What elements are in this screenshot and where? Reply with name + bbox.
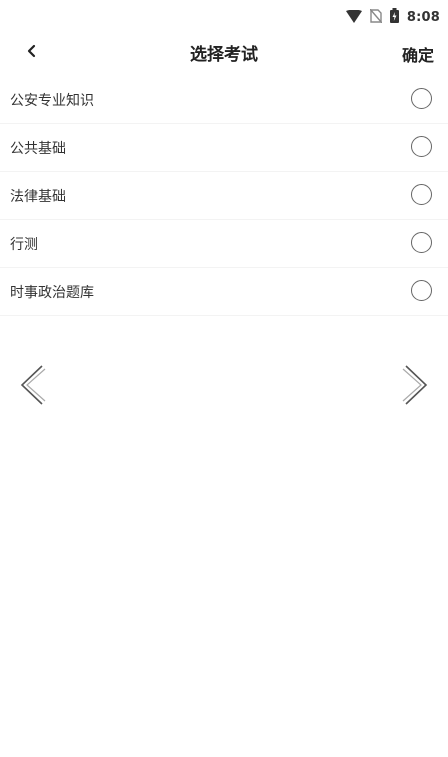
exam-label: 时事政治题库 bbox=[10, 284, 94, 301]
no-sim-icon bbox=[369, 8, 383, 27]
previous-page-button[interactable] bbox=[18, 364, 48, 406]
double-chevron-left-icon bbox=[18, 365, 48, 410]
header: 选择考试 确定 bbox=[0, 34, 448, 74]
exam-item-public-basics[interactable]: 公共基础 bbox=[0, 124, 448, 172]
exam-label: 行测 bbox=[10, 236, 38, 253]
exam-list: 公安专业知识 公共基础 法律基础 行测 时事政治题库 bbox=[0, 76, 448, 316]
status-time: 8:08 bbox=[406, 9, 440, 25]
battery-icon bbox=[389, 7, 399, 27]
radio-button[interactable] bbox=[411, 184, 432, 205]
exam-item-law-basics[interactable]: 法律基础 bbox=[0, 172, 448, 220]
exam-item-current-affairs[interactable]: 时事政治题库 bbox=[0, 268, 448, 316]
confirm-button[interactable]: 确定 bbox=[402, 42, 434, 66]
exam-item-police-knowledge[interactable]: 公安专业知识 bbox=[0, 76, 448, 124]
status-icons: 8:08 bbox=[345, 7, 440, 27]
radio-button[interactable] bbox=[411, 232, 432, 253]
next-page-button[interactable] bbox=[400, 364, 430, 406]
page-title: 选择考试 bbox=[190, 45, 258, 65]
status-bar: 8:08 bbox=[0, 0, 448, 34]
double-chevron-right-icon bbox=[400, 365, 430, 410]
wifi-icon bbox=[345, 8, 362, 27]
exam-label: 公共基础 bbox=[10, 140, 66, 157]
exam-item-aptitude-test[interactable]: 行测 bbox=[0, 220, 448, 268]
radio-button[interactable] bbox=[411, 88, 432, 109]
radio-button[interactable] bbox=[411, 136, 432, 157]
exam-label: 法律基础 bbox=[10, 188, 66, 205]
exam-label: 公安专业知识 bbox=[10, 92, 94, 109]
radio-button[interactable] bbox=[411, 280, 432, 301]
